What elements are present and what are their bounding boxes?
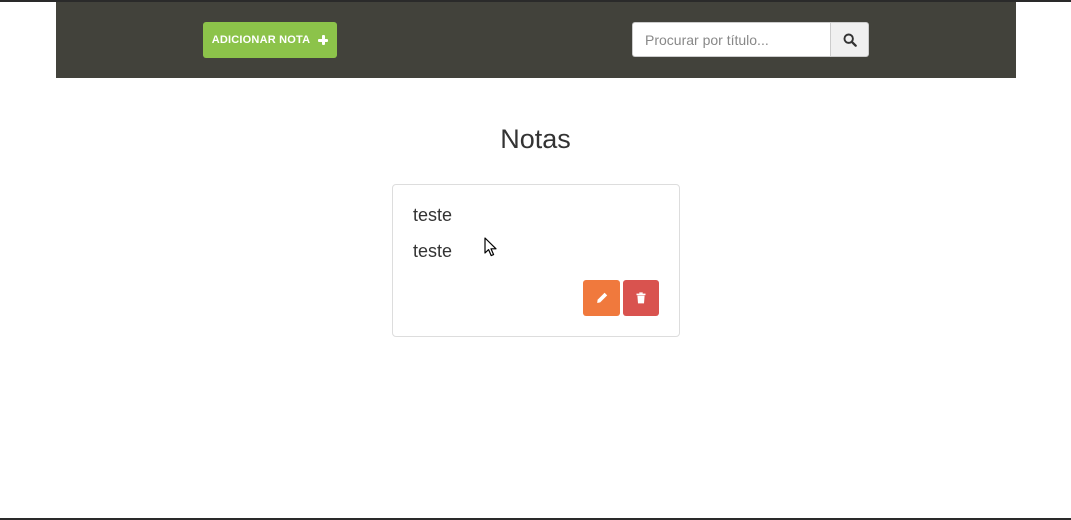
plus-icon <box>318 35 329 45</box>
edit-note-button[interactable] <box>583 280 620 316</box>
search-input[interactable] <box>632 22 830 57</box>
delete-note-button[interactable] <box>623 280 659 316</box>
search-button[interactable] <box>830 22 869 57</box>
add-note-button[interactable]: ADICIONAR NOTA <box>203 22 337 58</box>
mouse-cursor-icon <box>484 237 497 257</box>
note-title: teste <box>413 205 453 225</box>
search-group <box>632 22 869 57</box>
note-body: teste <box>413 241 453 261</box>
search-icon <box>843 33 857 47</box>
add-note-button-label: ADICIONAR NOTA <box>211 34 311 46</box>
trash-icon <box>636 292 646 304</box>
note-card: teste teste <box>392 184 680 337</box>
pencil-icon <box>596 292 607 303</box>
page-title: Notas <box>500 124 571 154</box>
navbar: ADICIONAR NOTA <box>56 2 1016 78</box>
